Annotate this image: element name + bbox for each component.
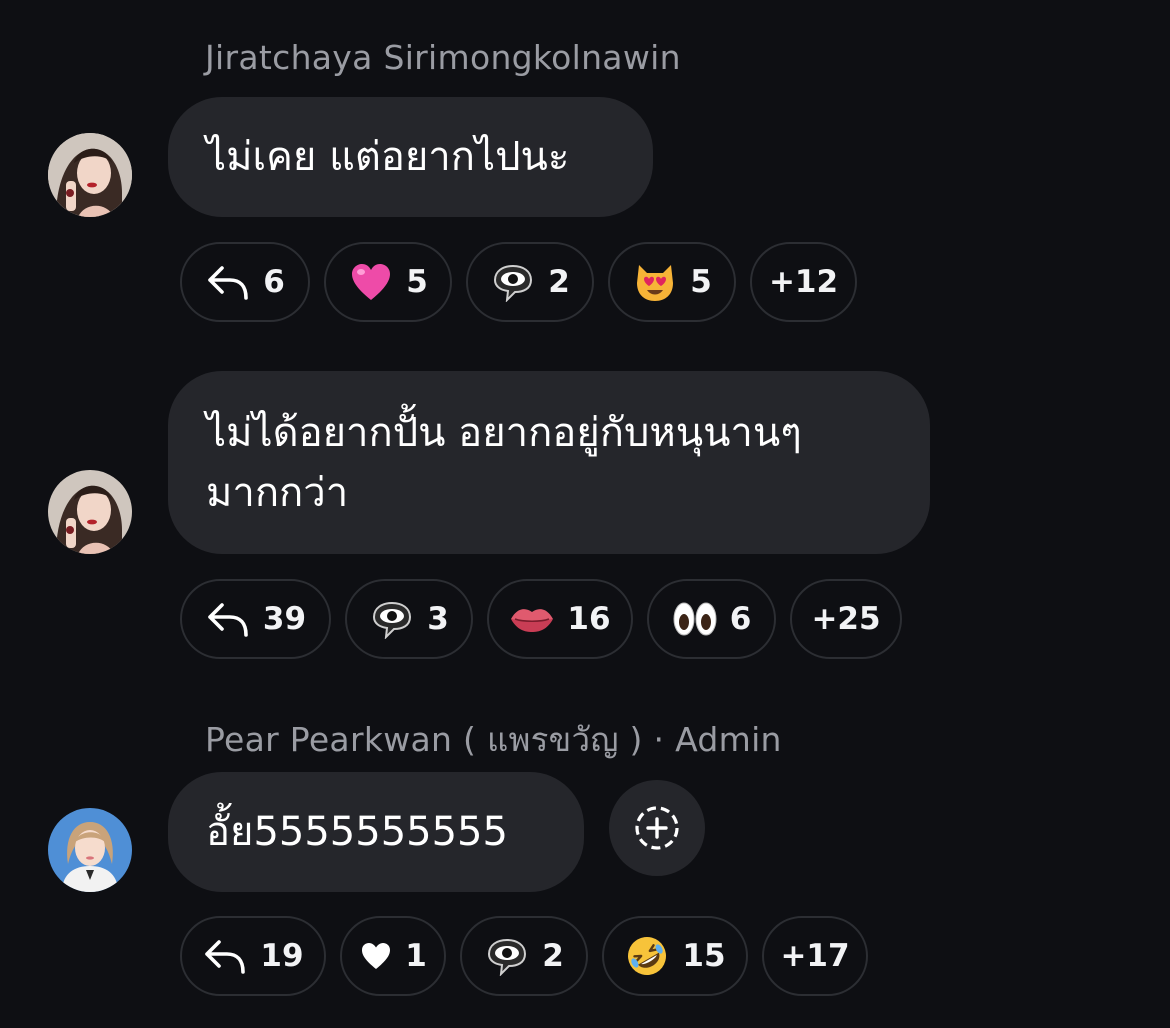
reply-icon [202,933,248,979]
white-heart-icon [359,933,393,979]
message-bubble[interactable]: ไม่เคย แต่อยากไปนะ [168,97,653,217]
sender-name: Jiratchaya Sirimongkolnawin [205,38,681,77]
avatar-photo [48,808,132,892]
message-bubble[interactable]: ไม่ได้อยากปั้น อยากอยู่กับหนุนานๆ มากกว่… [168,371,930,554]
reaction-count: 3 [427,601,449,637]
reaction-eye-bubble[interactable]: 2 [466,242,594,322]
sender-name: Pear Pearkwan ( แพรขวัญ ) · Admin [205,720,782,759]
reaction-bar: 39 3 16 6 +25 [180,579,902,659]
eye-in-speech-bubble-emoji-icon [369,596,415,642]
avatar[interactable] [48,470,132,554]
more-reactions-button[interactable]: +25 [790,579,902,659]
add-reaction-icon [635,806,679,850]
reaction-heart[interactable]: 1 [340,916,446,996]
reaction-lips[interactable]: 16 [487,579,633,659]
rofl-emoji-icon [624,933,670,979]
reply-count: 6 [263,264,285,300]
reaction-count: 2 [542,938,564,974]
more-reactions-count: +17 [780,938,850,974]
more-reactions-button[interactable]: +17 [762,916,868,996]
message-text: ไม่ได้อยากปั้น อยากอยู่กับหนุนานๆ มากกว่… [206,409,802,516]
reaction-eye-bubble[interactable]: 2 [460,916,588,996]
message-bubble[interactable]: อั้ย5555555555 [168,772,584,892]
reaction-bar: 19 1 2 15 +17 [180,916,868,996]
more-reactions-button[interactable]: +12 [750,242,857,322]
reaction-count: 5 [690,264,712,300]
avatar-photo [48,133,132,217]
reaction-eyes[interactable]: 6 [647,579,776,659]
eyes-emoji-icon [672,596,718,642]
reaction-rofl[interactable]: 15 [602,916,748,996]
reaction-count: 2 [548,264,570,300]
reply-count: 39 [262,601,307,637]
pink-heart-emoji-icon [348,259,394,305]
heart-eyes-cat-emoji-icon [632,259,678,305]
more-reactions-count: +25 [811,601,881,637]
reaction-count: 1 [405,938,427,974]
reaction-heart-eyes-cat[interactable]: 5 [608,242,736,322]
reply-icon [205,259,251,305]
more-reactions-count: +12 [768,264,839,300]
reaction-pink-heart[interactable]: 5 [324,242,452,322]
reply-count-button[interactable]: 19 [180,916,326,996]
reply-count: 19 [260,938,304,974]
message-text: ไม่เคย แต่อยากไปนะ [206,134,570,180]
eye-in-speech-bubble-emoji-icon [490,259,536,305]
reply-count-button[interactable]: 6 [180,242,310,322]
avatar[interactable] [48,808,132,892]
reaction-count: 6 [729,601,752,637]
reaction-eye-bubble[interactable]: 3 [345,579,473,659]
chat-thread: Jiratchaya Sirimongkolnawin ไม่เคย แต่อย… [0,0,1170,1028]
reaction-count: 5 [406,264,428,300]
reaction-count: 16 [567,601,611,637]
message-text: อั้ย5555555555 [206,809,508,855]
add-reaction-button[interactable] [609,780,705,876]
reply-icon [205,596,251,642]
reaction-count: 15 [682,938,726,974]
avatar[interactable] [48,133,132,217]
reaction-bar: 6 5 2 5 +12 [180,242,857,322]
reply-count-button[interactable]: 39 [180,579,331,659]
lips-emoji-icon [509,596,555,642]
eye-in-speech-bubble-emoji-icon [484,933,530,979]
avatar-photo [48,470,132,554]
